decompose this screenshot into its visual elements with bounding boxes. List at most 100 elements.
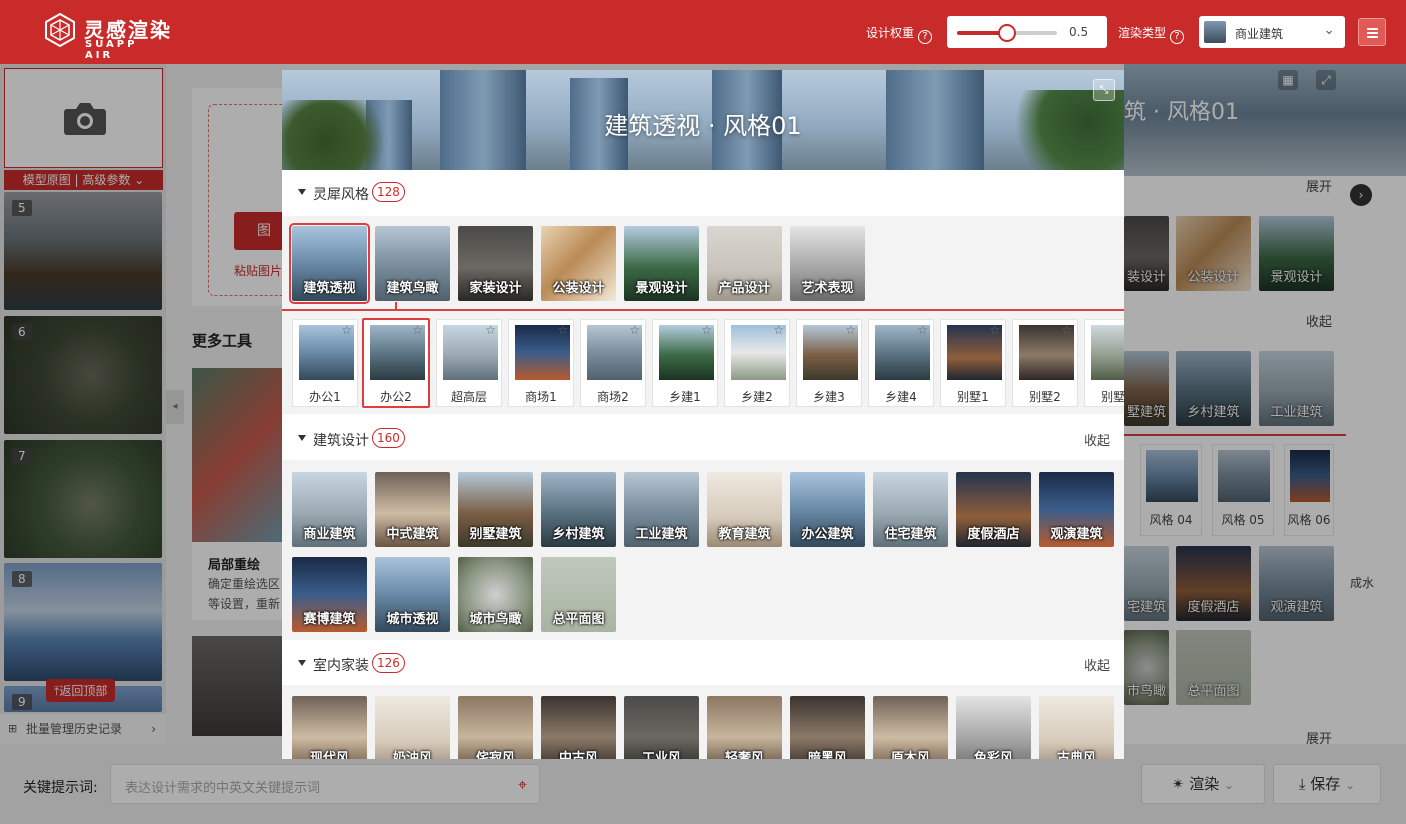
category-tile-perspective[interactable]: 建筑透视 (289, 223, 370, 304)
category-tile[interactable]: 侘寂风 (458, 696, 533, 759)
style-card-skyscraper[interactable]: ☆ 超高层 (436, 319, 502, 407)
category-tile[interactable]: 工业建筑 (624, 472, 699, 547)
style-card-label: 别墅2 (1029, 390, 1061, 404)
star-icon[interactable]: ☆ (1061, 323, 1072, 337)
category-tile[interactable]: 别墅建筑 (458, 472, 533, 547)
star-icon[interactable]: ☆ (341, 323, 352, 337)
category-tile[interactable]: 度假酒店 (956, 472, 1031, 547)
slider-value: 0.5 (1069, 25, 1089, 39)
category-label: 景观设计 (635, 281, 688, 296)
category-tile[interactable]: 中式建筑 (375, 472, 450, 547)
category-tile[interactable]: 城市透视 (375, 557, 450, 632)
category-label: 住宅建筑 (884, 527, 937, 542)
category-tile[interactable]: 办公建筑 (790, 472, 865, 547)
section-title: 灵犀风格 (313, 187, 369, 203)
category-tile[interactable]: 轻奢风 (707, 696, 782, 759)
section-header-lingxi[interactable]: 灵犀风格 128 (282, 170, 1124, 214)
exit-fullscreen-icon[interactable]: ⤡ (1093, 79, 1115, 101)
category-tile-landscape[interactable]: 景观设计 (624, 226, 699, 301)
caret-down-icon (298, 189, 306, 195)
star-icon[interactable]: ☆ (989, 323, 1000, 337)
style-card-rural1[interactable]: ☆ 乡建1 (652, 319, 718, 407)
category-tile-home[interactable]: 家装设计 (458, 226, 533, 301)
category-label: 城市透视 (386, 612, 439, 627)
style-card-office2[interactable]: ☆ 办公2 (362, 318, 430, 408)
category-label: 奶油风 (392, 751, 432, 759)
render-type-label: 渲染类型? (1118, 24, 1185, 44)
style-card-mall1[interactable]: ☆ 商场1 (508, 319, 574, 407)
category-tile[interactable]: 住宅建筑 (873, 472, 948, 547)
category-tile[interactable]: 色彩风 (956, 696, 1031, 759)
style-card-office1[interactable]: ☆ 办公1 (292, 319, 358, 407)
menu-button[interactable] (1358, 18, 1386, 46)
category-tile[interactable]: 商业建筑 (292, 472, 367, 547)
star-icon[interactable]: ☆ (917, 323, 928, 337)
style-card-villa3[interactable]: ☆别墅3 (1084, 319, 1124, 407)
category-tile[interactable]: 奶油风 (375, 696, 450, 759)
category-label: 暗黑风 (807, 751, 847, 759)
category-label: 公装设计 (552, 281, 605, 296)
style-card-rural2[interactable]: ☆ 乡建2 (724, 319, 790, 407)
slider-thumb[interactable] (998, 24, 1016, 42)
category-label: 中古风 (558, 751, 598, 759)
category-row: 建筑透视 建筑鸟瞰 家装设计 公装设计 景观设计 产品设计 艺术表现 (282, 216, 1124, 309)
category-tile-art[interactable]: 艺术表现 (790, 226, 865, 301)
render-type-select[interactable]: 商业建筑 ⌄ (1199, 16, 1345, 48)
design-weight-slider[interactable]: 0.5 (947, 16, 1107, 48)
style-card-rural4[interactable]: ☆ 乡建4 (868, 319, 934, 407)
category-label: 度假酒店 (967, 527, 1020, 542)
style-card-villa1[interactable]: ☆ 别墅1 (940, 319, 1006, 407)
help-icon[interactable]: ? (918, 30, 933, 44)
category-label: 建筑鸟瞰 (386, 281, 439, 296)
logo[interactable]: 灵感渲染 SUAPP AIR (42, 12, 172, 61)
collapse-link[interactable]: 收起 (1084, 655, 1110, 674)
category-tile[interactable]: 观演建筑 (1039, 472, 1114, 547)
style-card-mall2[interactable]: ☆ 商场2 (580, 319, 646, 407)
category-tile[interactable]: 古典风 (1039, 696, 1114, 759)
category-label: 古典风 (1056, 751, 1096, 759)
category-label: 工业风 (641, 751, 681, 759)
star-icon[interactable]: ☆ (485, 323, 496, 337)
star-icon[interactable]: ☆ (412, 323, 423, 337)
category-label: 建筑透视 (303, 281, 356, 296)
category-tile-product[interactable]: 产品设计 (707, 226, 782, 301)
category-label: 产品设计 (718, 281, 771, 296)
category-tile[interactable]: 现代风 (292, 696, 367, 759)
style-card-villa2[interactable]: ☆ 别墅2 (1012, 319, 1078, 407)
category-tile[interactable]: 城市鸟瞰 (458, 557, 533, 632)
category-tile-aerial[interactable]: 建筑鸟瞰 (375, 226, 450, 301)
design-weight-text: 设计权重 (866, 26, 915, 40)
category-label: 别墅建筑 (469, 527, 522, 542)
star-icon[interactable]: ☆ (773, 323, 784, 337)
star-icon[interactable]: ☆ (845, 323, 856, 337)
render-type-text: 渲染类型 (1118, 26, 1167, 40)
category-tile[interactable]: 工业风 (624, 696, 699, 759)
style-card-rural3[interactable]: ☆ 乡建3 (796, 319, 862, 407)
hamburger-icon (1367, 32, 1378, 34)
category-tile[interactable]: 教育建筑 (707, 472, 782, 547)
category-label: 城市鸟瞰 (469, 612, 522, 627)
section-header-interior[interactable]: 室内家装 126 收起 (282, 641, 1124, 685)
style-card-label: 别墅1 (957, 390, 989, 404)
category-tile[interactable]: 乡村建筑 (541, 472, 616, 547)
render-type-value: 商业建筑 (1235, 27, 1284, 41)
category-tile-public[interactable]: 公装设计 (541, 226, 616, 301)
category-tile[interactable]: 暗黑风 (790, 696, 865, 759)
category-label: 原木风 (890, 751, 930, 759)
style-card-label: 乡建2 (741, 390, 773, 404)
section-header-architecture[interactable]: 建筑设计 160 收起 (282, 416, 1124, 460)
section-count-badge: 128 (372, 182, 405, 202)
category-tile[interactable]: 中古风 (541, 696, 616, 759)
category-tile[interactable]: 总平面图 (541, 557, 616, 632)
star-icon[interactable]: ☆ (629, 323, 640, 337)
help-icon[interactable]: ? (1170, 30, 1185, 44)
star-icon[interactable]: ☆ (701, 323, 712, 337)
star-icon[interactable]: ☆ (557, 323, 568, 337)
slider-track[interactable] (957, 24, 1057, 42)
logo-mark-icon (45, 12, 75, 48)
modal-title: 建筑透视 · 风格01 (604, 112, 802, 140)
category-tile[interactable]: 原木风 (873, 696, 948, 759)
style-card-label: 别墅3 (1101, 390, 1124, 404)
category-tile[interactable]: 赛博建筑 (292, 557, 367, 632)
collapse-link[interactable]: 收起 (1084, 430, 1110, 449)
